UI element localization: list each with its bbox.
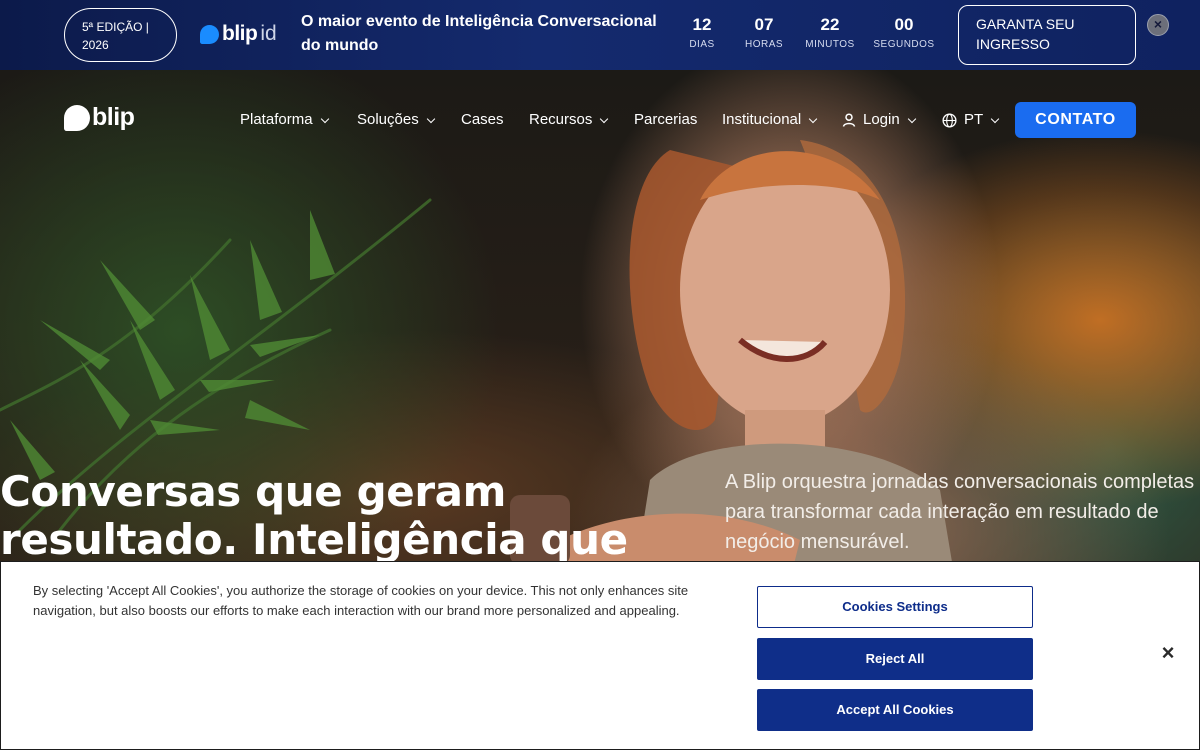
hero-subtitle: A Blip orquestra jornadas conversacionai… bbox=[725, 471, 1195, 553]
nav-item-label: Plataforma bbox=[240, 111, 313, 128]
countdown-label: MINUTOS bbox=[805, 39, 855, 50]
chevron-down-icon bbox=[426, 114, 435, 123]
blip-id-logo-suffix: id bbox=[260, 22, 277, 45]
speech-bubble-icon bbox=[64, 104, 90, 131]
nav-item-solucoes[interactable]: Soluções bbox=[357, 111, 435, 129]
close-icon[interactable]: × bbox=[1147, 14, 1169, 36]
cookie-consent-text: By selecting 'Accept All Cookies', you a… bbox=[33, 583, 689, 618]
countdown-days: 12 DIAS bbox=[686, 14, 718, 50]
speech-bubble-icon bbox=[200, 24, 219, 44]
cookies-settings-button[interactable]: Cookies Settings bbox=[757, 586, 1033, 628]
countdown-value: 22 bbox=[820, 15, 840, 34]
blip-id-logo[interactable]: blip id bbox=[200, 20, 277, 48]
nav-item-label: Soluções bbox=[357, 111, 419, 128]
chevron-down-icon bbox=[990, 114, 1000, 123]
language-label: PT bbox=[964, 111, 984, 128]
countdown-hours: 07 HORAS bbox=[742, 14, 786, 50]
main-navigation: blip Plataforma Soluções Cases Recursos … bbox=[0, 70, 1200, 170]
globe-icon bbox=[942, 112, 957, 128]
promo-headline: O maior evento de Inteligência Conversac… bbox=[301, 13, 657, 54]
accept-all-cookies-button[interactable]: Accept All Cookies bbox=[757, 689, 1033, 731]
nav-item-parcerias[interactable]: Parcerias bbox=[634, 111, 697, 129]
countdown-value: 07 bbox=[754, 15, 774, 34]
nav-item-label: Institucional bbox=[722, 111, 802, 128]
countdown-value: 12 bbox=[692, 15, 712, 34]
chevron-down-icon bbox=[320, 114, 329, 123]
countdown-value: 00 bbox=[894, 15, 914, 34]
countdown-minutes: 22 MINUTOS bbox=[802, 14, 858, 50]
blip-id-logo-word: blip bbox=[222, 22, 258, 45]
nav-item-label: Parcerias bbox=[634, 111, 698, 128]
get-ticket-button[interactable]: GARANTA SEU INGRESSO bbox=[958, 5, 1136, 65]
hero-title: Conversas que geram resultado. Inteligên… bbox=[0, 467, 628, 564]
nav-item-label: Recursos bbox=[529, 111, 593, 128]
login-menu[interactable]: Login bbox=[842, 111, 916, 129]
nav-item-recursos[interactable]: Recursos bbox=[529, 111, 609, 129]
cookie-consent-banner: By selecting 'Accept All Cookies', you a… bbox=[0, 561, 1200, 750]
contact-button[interactable]: CONTATO bbox=[1015, 102, 1136, 138]
language-selector[interactable]: PT bbox=[942, 111, 1000, 129]
edition-badge: 5ª EDIÇÃO | 2026 bbox=[64, 8, 177, 62]
login-label: Login bbox=[863, 111, 900, 128]
nav-item-plataforma[interactable]: Plataforma bbox=[240, 111, 329, 129]
countdown-label: SEGUNDOS bbox=[873, 39, 935, 50]
user-icon bbox=[842, 113, 856, 127]
nav-item-cases[interactable]: Cases bbox=[461, 111, 504, 129]
nav-item-institucional[interactable]: Institucional bbox=[722, 111, 818, 129]
chevron-down-icon bbox=[600, 114, 609, 123]
blip-logo-word: blip bbox=[92, 103, 135, 131]
blip-logo[interactable]: blip bbox=[64, 103, 135, 132]
chevron-down-icon bbox=[808, 114, 818, 123]
countdown-seconds: 00 SEGUNDOS bbox=[871, 14, 937, 50]
event-promo-banner: 5ª EDIÇÃO | 2026 blip id O maior evento … bbox=[0, 0, 1200, 70]
chevron-down-icon bbox=[907, 114, 916, 123]
nav-item-label: Cases bbox=[461, 111, 504, 128]
reject-all-button[interactable]: Reject All bbox=[757, 638, 1033, 680]
close-icon[interactable]: × bbox=[1158, 642, 1178, 664]
countdown-label: HORAS bbox=[744, 39, 784, 50]
countdown-label: DIAS bbox=[689, 39, 715, 50]
